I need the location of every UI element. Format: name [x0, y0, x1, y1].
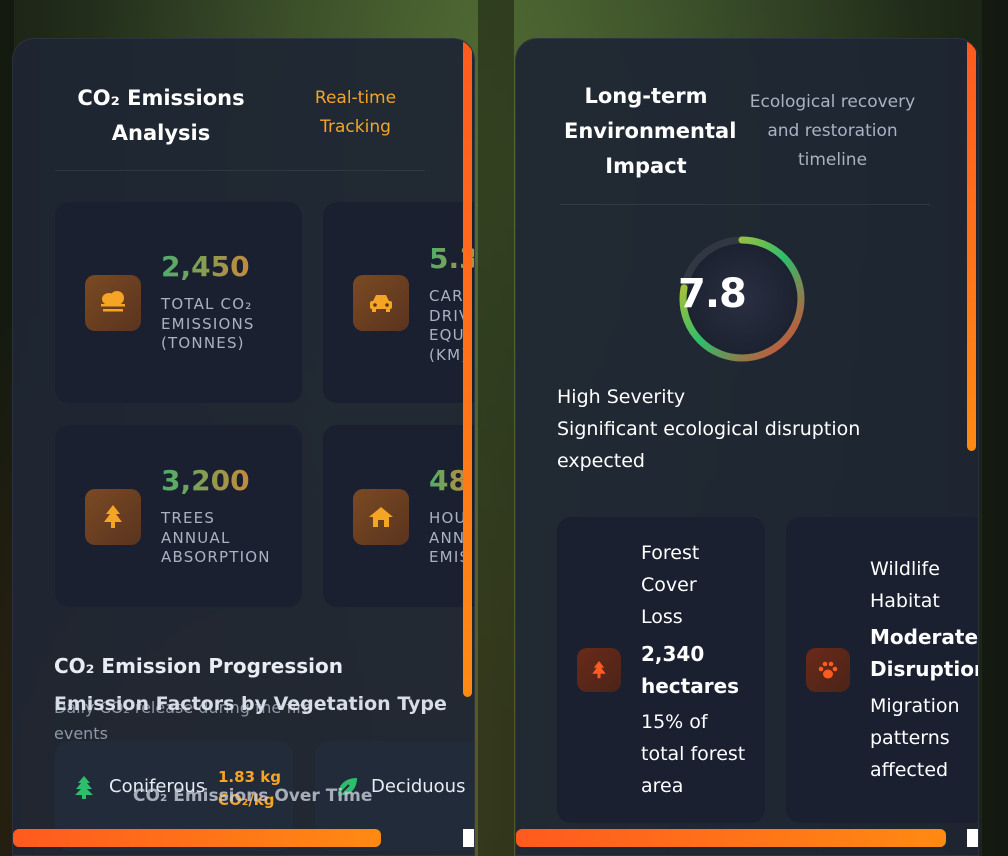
tree-icon	[85, 489, 141, 545]
header-divider	[560, 204, 930, 205]
background-tree-trunk	[478, 0, 514, 856]
panel-subtitle: Real-time Tracking	[314, 88, 397, 137]
impact-title: Wildlife Habitat	[870, 558, 940, 612]
cloud-icon	[85, 275, 141, 331]
stat-label: TOTAL CO₂ EMISSIONS (TONNES)	[161, 295, 255, 352]
paw-icon	[806, 648, 850, 692]
stat-value: 2,450	[161, 250, 250, 283]
scroll-corner	[967, 829, 978, 847]
impact-card-wildlife-habitat: Wildlife Habitat Moderate Disruption Mig…	[786, 517, 979, 823]
impact-value: Moderate Disruption	[870, 625, 979, 681]
tree-icon	[577, 648, 621, 692]
home-icon	[353, 489, 409, 545]
veg-name: Deciduous	[371, 776, 466, 797]
panel-subtitle: Ecological recovery and restoration time…	[749, 92, 916, 170]
impact-description: Migration patterns affected	[870, 695, 960, 781]
severity-gauge: 7.8	[678, 235, 806, 363]
impact-card-forest-cover: Forest Cover Loss 2,340 hectares 15% of …	[557, 517, 765, 823]
stat-label: TREES ANNUAL ABSORPTION	[161, 509, 271, 566]
header-divider	[55, 170, 425, 171]
impact-description: 15% of total forest area	[641, 711, 746, 797]
stat-card-car-equivalent: 5.3 CAR DRIV EQU (KM)	[323, 202, 474, 403]
horizontal-scrollbar[interactable]	[516, 829, 946, 847]
vertical-scrollbar[interactable]	[967, 39, 976, 451]
background-tree-trunk	[982, 0, 1008, 856]
stat-card-household-emissions: 48 HOU ANN EMIS	[323, 425, 474, 607]
impact-value: 2,340 hectares	[641, 642, 740, 698]
car-icon	[353, 275, 409, 331]
stat-card-total-emissions: 2,450 TOTAL CO₂ EMISSIONS (TONNES)	[55, 202, 302, 403]
panel-title: Long-term Environmental Impact	[564, 84, 737, 178]
scroll-corner	[463, 829, 474, 847]
conifer-icon	[73, 775, 95, 803]
panel-title: CO₂ Emissions Analysis	[77, 86, 245, 145]
severity-description: Significant ecological disruption expect…	[557, 418, 861, 472]
section-subtitle: Emission Factors by Vegetation Type	[54, 693, 447, 715]
co2-emissions-panel: CO₂ Emissions Analysis Real-time Trackin…	[12, 38, 475, 856]
chart-caption: CO₂ Emissions Over Time	[133, 786, 373, 806]
section-title: CO₂ Emission Progression	[54, 654, 344, 678]
severity-label: High Severity	[557, 386, 686, 408]
vertical-scrollbar[interactable]	[463, 39, 472, 697]
stat-card-trees-absorption: 3,200 TREES ANNUAL ABSORPTION	[55, 425, 302, 607]
stat-value: 3,200	[161, 464, 250, 497]
environmental-impact-panel: Long-term Environmental Impact Ecologica…	[515, 38, 979, 856]
gauge-value: 7.8	[678, 271, 747, 317]
horizontal-scrollbar[interactable]	[13, 829, 381, 847]
impact-title: Forest Cover Loss	[641, 542, 700, 628]
